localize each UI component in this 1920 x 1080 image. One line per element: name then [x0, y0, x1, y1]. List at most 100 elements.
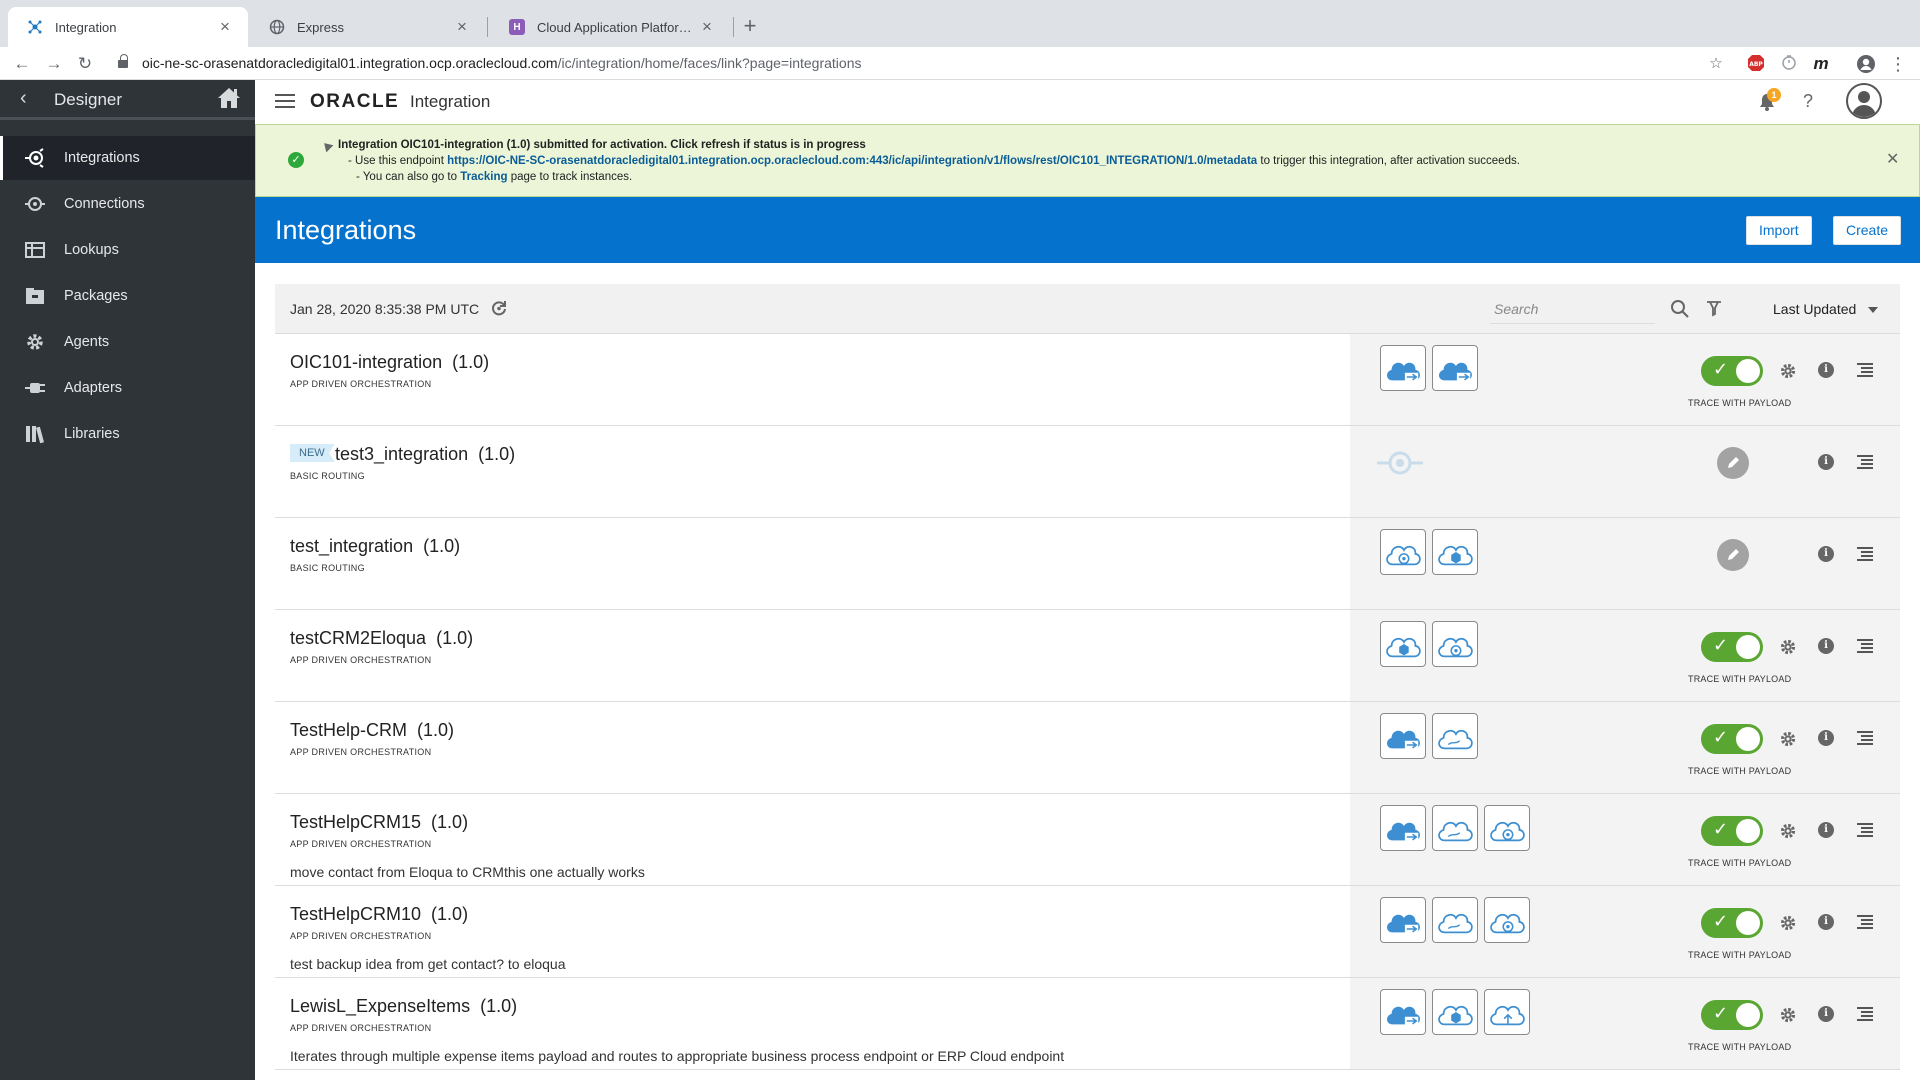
row-menu-icon[interactable]	[1857, 455, 1873, 469]
integration-row[interactable]: LewisL_ExpenseItems (1.0) APP DRIVEN ORCHE…	[275, 978, 1900, 1070]
info-icon[interactable]: i	[1818, 362, 1834, 378]
info-icon[interactable]: i	[1818, 638, 1834, 654]
activation-toggle[interactable]: ✓	[1701, 1000, 1763, 1030]
sort-dropdown[interactable]: Last Updated	[1773, 301, 1856, 317]
profile-icon[interactable]	[1856, 54, 1876, 74]
integration-name[interactable]: testCRM2Eloqua (1.0)	[290, 628, 473, 649]
cloud-box-icon[interactable]	[1432, 529, 1478, 575]
cloud-outline-icon[interactable]	[1432, 713, 1478, 759]
endpoint-link[interactable]: https://OIC-NE-SC-orasenatdoracledigital…	[447, 155, 1257, 167]
info-icon[interactable]: i	[1818, 730, 1834, 746]
hamburger-menu-icon[interactable]	[275, 94, 295, 108]
cloud-outline-icon[interactable]	[1432, 805, 1478, 851]
new-tab-icon[interactable]: +	[736, 12, 764, 40]
help-icon[interactable]: ?	[1803, 91, 1813, 112]
back-arrow-icon[interactable]: ←	[11, 53, 33, 75]
chevron-left-icon[interactable]: ‹	[20, 87, 27, 110]
cloud-adapter-icon[interactable]	[1432, 345, 1478, 391]
user-avatar[interactable]	[1846, 83, 1882, 119]
sidebar-item-libraries[interactable]: Libraries	[0, 412, 255, 456]
browser-tab-express[interactable]: Express ×	[250, 7, 485, 47]
row-menu-icon[interactable]	[1857, 547, 1873, 561]
info-icon[interactable]: i	[1818, 454, 1834, 470]
gear-icon[interactable]	[1779, 730, 1797, 748]
forward-arrow-icon[interactable]: →	[43, 53, 65, 75]
cloud-upload-icon[interactable]	[1484, 989, 1530, 1035]
tab-close-icon[interactable]: ×	[698, 17, 716, 37]
adblock-icon[interactable]: ABP	[1746, 54, 1766, 74]
integration-row[interactable]: TestHelpCRM10 (1.0) APP DRIVEN ORCHESTRATI…	[275, 886, 1900, 978]
row-menu-icon[interactable]	[1857, 639, 1873, 653]
tab-close-icon[interactable]: ×	[216, 17, 234, 37]
info-icon[interactable]: i	[1818, 822, 1834, 838]
integration-name[interactable]: TestHelp-CRM (1.0)	[290, 720, 454, 741]
row-menu-icon[interactable]	[1857, 1007, 1873, 1021]
row-menu-icon[interactable]	[1857, 363, 1873, 377]
reload-icon[interactable]: ↻	[74, 53, 96, 75]
search-icon[interactable]	[1670, 299, 1690, 319]
lock-icon[interactable]	[118, 54, 128, 70]
gear-icon[interactable]	[1779, 362, 1797, 380]
gear-icon[interactable]	[1779, 638, 1797, 656]
close-icon[interactable]: ✕	[1886, 149, 1899, 169]
collapse-triangle-icon[interactable]	[320, 139, 334, 153]
row-menu-icon[interactable]	[1857, 915, 1873, 929]
edit-pencil-icon[interactable]	[1717, 539, 1749, 571]
activation-toggle[interactable]: ✓	[1701, 632, 1763, 662]
activation-toggle[interactable]: ✓	[1701, 724, 1763, 754]
integration-row[interactable]: testCRM2Eloqua (1.0) APP DRIVEN ORCHESTRAT…	[275, 610, 1900, 702]
browser-tab-cloud-platform[interactable]: H Cloud Application Platform | He ×	[490, 7, 730, 47]
integration-row[interactable]: OIC101-integration (1.0) APP DRIVEN ORCHES…	[275, 334, 1900, 426]
cloud-adapter-icon[interactable]	[1380, 897, 1426, 943]
cloud-target-icon[interactable]	[1484, 805, 1530, 851]
gear-icon[interactable]	[1779, 822, 1797, 840]
chevron-down-icon[interactable]	[1868, 307, 1878, 313]
sidebar-item-adapters[interactable]: Adapters	[0, 366, 255, 410]
integration-name[interactable]: test_integration (1.0)	[290, 536, 460, 557]
import-button[interactable]: Import	[1746, 216, 1812, 245]
cloud-box-icon[interactable]	[1432, 989, 1478, 1035]
activation-toggle[interactable]: ✓	[1701, 908, 1763, 938]
cloud-target-icon[interactable]	[1484, 897, 1530, 943]
sidebar-item-connections[interactable]: Connections	[0, 182, 255, 226]
activation-toggle[interactable]: ✓	[1701, 356, 1763, 386]
info-icon[interactable]: i	[1818, 914, 1834, 930]
refresh-icon[interactable]	[490, 299, 508, 317]
gear-icon[interactable]	[1779, 1006, 1797, 1024]
cloud-box-icon[interactable]	[1380, 621, 1426, 667]
sidebar-item-lookups[interactable]: Lookups	[0, 228, 255, 272]
filter-icon[interactable]	[1705, 299, 1723, 317]
edit-pencil-icon[interactable]	[1717, 447, 1749, 479]
info-icon[interactable]: i	[1818, 1006, 1834, 1022]
bookmark-star-icon[interactable]: ☆	[1706, 54, 1726, 74]
integration-row[interactable]: TestHelpCRM15 (1.0) APP DRIVEN ORCHESTRATI…	[275, 794, 1900, 886]
integration-name[interactable]: TestHelpCRM15 (1.0)	[290, 812, 468, 833]
m-extension-icon[interactable]: m	[1811, 54, 1831, 74]
integration-name[interactable]: test3_integration (1.0)	[335, 444, 515, 465]
row-menu-icon[interactable]	[1857, 731, 1873, 745]
cloud-target-icon[interactable]	[1432, 621, 1478, 667]
activation-toggle[interactable]: ✓	[1701, 816, 1763, 846]
tracking-link[interactable]: Tracking	[460, 171, 507, 183]
integration-name[interactable]: OIC101-integration (1.0)	[290, 352, 489, 373]
row-menu-icon[interactable]	[1857, 823, 1873, 837]
integration-name[interactable]: TestHelpCRM10 (1.0)	[290, 904, 468, 925]
cloud-adapter-icon[interactable]	[1380, 345, 1426, 391]
integration-row[interactable]: TestHelp-CRM (1.0) APP DRIVEN ORCHESTRATIO…	[275, 702, 1900, 794]
browser-tab-integration[interactable]: Integration ×	[8, 7, 248, 47]
browser-menu-icon[interactable]: ⋮	[1888, 54, 1908, 74]
cloud-adapter-icon[interactable]	[1380, 989, 1426, 1035]
info-icon[interactable]: i	[1818, 546, 1834, 562]
create-button[interactable]: Create	[1833, 216, 1902, 245]
integration-name[interactable]: LewisL_ExpenseItems (1.0)	[290, 996, 517, 1017]
sidebar-item-packages[interactable]: Packages	[0, 274, 255, 318]
integration-row[interactable]: test_integration (1.0) BASIC ROUTING i	[275, 518, 1900, 610]
gear-icon[interactable]	[1779, 914, 1797, 932]
timer-extension-icon[interactable]	[1779, 54, 1799, 74]
tab-close-icon[interactable]: ×	[453, 17, 471, 37]
cloud-target-icon[interactable]	[1380, 529, 1426, 575]
integration-row[interactable]: NEW test3_integration (1.0) BASIC ROUTING i	[275, 426, 1900, 518]
cloud-adapter-icon[interactable]	[1380, 713, 1426, 759]
search-input[interactable]: Search	[1490, 294, 1655, 324]
sidebar-item-integrations[interactable]: Integrations	[0, 136, 255, 180]
